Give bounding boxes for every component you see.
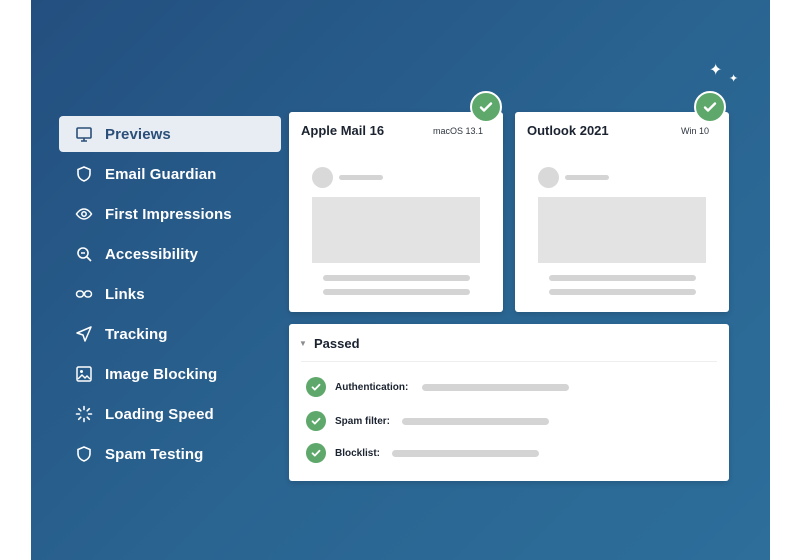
- sidebar-item-image-blocking[interactable]: Image Blocking: [59, 356, 281, 392]
- sidebar-item-label: Tracking: [105, 325, 168, 343]
- shield-icon: [75, 445, 93, 463]
- sidebar-item-label: Loading Speed: [105, 405, 214, 423]
- check-row-spam-filter: Spam filter:: [306, 411, 550, 431]
- sidebar-item-loading-speed[interactable]: Loading Speed: [59, 396, 281, 432]
- shield-icon: [75, 165, 93, 183]
- image-icon: [75, 365, 93, 383]
- check-label: Spam filter:: [335, 415, 391, 427]
- chevron-down-icon[interactable]: ▼: [299, 339, 307, 348]
- card-title: Apple Mail 16: [301, 123, 385, 138]
- card-os-label: macOS 13.1: [432, 126, 483, 136]
- sidebar-item-label: Links: [105, 285, 145, 303]
- passed-panel: ▼ Passed Authentication: Spam filter: Bl…: [289, 324, 729, 481]
- image-placeholder: [312, 197, 480, 263]
- divider: [301, 361, 717, 362]
- value-placeholder: [422, 383, 570, 391]
- sidebar-item-label: Accessibility: [105, 245, 199, 263]
- sender-line-placeholder: [339, 175, 383, 180]
- card-title: Outlook 2021: [527, 123, 609, 138]
- sidebar-item-previews[interactable]: Previews: [59, 116, 281, 152]
- check-row-blocklist: Blocklist:: [306, 443, 540, 463]
- image-placeholder: [538, 197, 706, 263]
- sidebar-item-links[interactable]: Links: [59, 276, 281, 312]
- preview-card-outlook[interactable]: Outlook 2021 Win 10: [515, 112, 729, 312]
- sidebar-item-label: First Impressions: [105, 205, 232, 223]
- value-placeholder: [402, 417, 550, 425]
- sparkle-icon: ✦: [709, 60, 723, 79]
- sidebar-item-label: Image Blocking: [105, 365, 218, 383]
- text-line-placeholder: [549, 275, 696, 281]
- sidebar-item-label: Email Guardian: [105, 165, 217, 183]
- check-label: Blocklist:: [335, 447, 381, 459]
- avatar-placeholder: [538, 167, 559, 188]
- text-line-placeholder: [323, 275, 470, 281]
- link-icon: [75, 285, 93, 303]
- send-icon: [75, 325, 93, 343]
- sidebar-item-accessibility[interactable]: Accessibility: [59, 236, 281, 272]
- panel-title[interactable]: Passed: [314, 336, 360, 351]
- check-label: Authentication:: [335, 381, 409, 393]
- sender-line-placeholder: [565, 175, 609, 180]
- check-circle-icon: [306, 443, 326, 463]
- check-circle-icon: [694, 91, 726, 123]
- check-row-authentication: Authentication:: [306, 377, 570, 397]
- sidebar-item-tracking[interactable]: Tracking: [59, 316, 281, 352]
- value-placeholder: [392, 449, 540, 457]
- sparkle-icon: ✦: [729, 72, 739, 85]
- check-circle-icon: [306, 377, 326, 397]
- sidebar-item-spam-testing[interactable]: Spam Testing: [59, 436, 281, 472]
- monitor-icon: [75, 125, 93, 143]
- preview-card-apple-mail[interactable]: Apple Mail 16 macOS 13.1: [289, 112, 503, 312]
- eye-icon: [75, 205, 93, 223]
- magnifier-icon: [75, 245, 93, 263]
- check-circle-icon: [470, 91, 502, 123]
- check-circle-icon: [306, 411, 326, 431]
- sidebar-nav: Previews Email Guardian First Impression…: [59, 116, 281, 476]
- card-os-label: Win 10: [680, 126, 709, 136]
- avatar-placeholder: [312, 167, 333, 188]
- spinner-icon: [75, 405, 93, 423]
- text-line-placeholder: [549, 289, 696, 295]
- sidebar-item-label: Previews: [105, 125, 171, 143]
- sidebar-item-email-guardian[interactable]: Email Guardian: [59, 156, 281, 192]
- sidebar-item-first-impressions[interactable]: First Impressions: [59, 196, 281, 232]
- text-line-placeholder: [323, 289, 470, 295]
- sidebar-item-label: Spam Testing: [105, 445, 204, 463]
